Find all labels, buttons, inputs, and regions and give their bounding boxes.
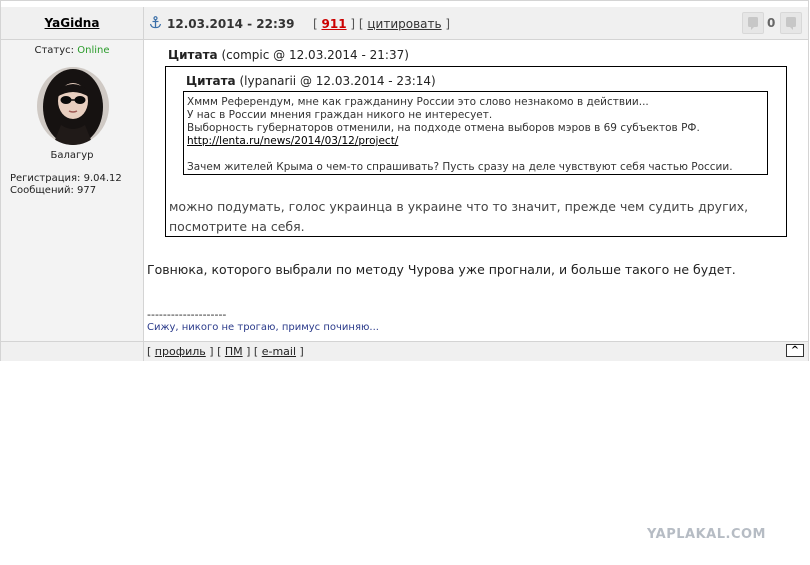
footer-links: [ профиль ] [ ПМ ] [ e-mail ] bbox=[147, 345, 304, 358]
outer-quote-header: Цитата (compic @ 12.03.2014 - 21:37) bbox=[168, 48, 409, 62]
author-panel: Статус: Online Балагур Регистрация: 9.04… bbox=[1, 40, 144, 341]
vote-up-button[interactable] bbox=[780, 12, 802, 34]
author-footer bbox=[1, 341, 144, 361]
vote-down-button[interactable] bbox=[742, 12, 764, 34]
post-refs: [ 911 ] [ цитировать ] bbox=[313, 17, 451, 31]
avatar[interactable] bbox=[37, 67, 109, 145]
outer-quote-reply: можно подумать, голос украинца в украине… bbox=[169, 199, 749, 234]
status-label: Статус: bbox=[34, 45, 75, 56]
post-date: 12.03.2014 - 22:39 bbox=[167, 17, 295, 31]
post-number-link[interactable]: 911 bbox=[322, 17, 347, 31]
author-status: Статус: Online bbox=[1, 45, 143, 56]
inner-quote-last-line: Зачем жителей Крыма о чем-то спрашивать?… bbox=[187, 161, 733, 173]
forum-post: YaGidna 12.03.2014 - 22:39 [ 911 ] [ цит… bbox=[0, 0, 809, 361]
author-rank: Балагур bbox=[50, 150, 94, 161]
anchor-icon[interactable] bbox=[149, 16, 162, 32]
rating-widget: 0 bbox=[742, 12, 802, 34]
inner-quote-line: Хммм Референдум, мне как гражданину Росс… bbox=[187, 96, 649, 108]
inner-quote-meta: (lypanarii @ 12.03.2014 - 23:14) bbox=[239, 74, 436, 88]
author-header: YaGidna bbox=[1, 7, 144, 40]
author-stats: Регистрация: 9.04.12 Сообщений: 977 bbox=[10, 173, 122, 197]
rating-count: 0 bbox=[767, 16, 776, 30]
inner-quote-header: Цитата (lypanarii @ 12.03.2014 - 23:14) bbox=[186, 74, 436, 88]
profile-link[interactable]: профиль bbox=[155, 345, 206, 358]
inner-quote-line: Выборность губернаторов отменили, на под… bbox=[187, 122, 700, 134]
status-online: Online bbox=[77, 45, 110, 56]
post-footer: [ профиль ] [ ПМ ] [ e-mail ] ^ bbox=[144, 341, 808, 361]
site-watermark: YAPLAKAL.COM bbox=[647, 527, 766, 542]
signature-text: Сижу, никого не трогаю, примус починяю..… bbox=[147, 322, 379, 333]
signature-separator: -------------------- bbox=[147, 308, 227, 321]
inner-quote-title: Цитата bbox=[186, 74, 236, 88]
scroll-top-button[interactable]: ^ bbox=[786, 344, 804, 357]
email-link[interactable]: e-mail bbox=[262, 345, 296, 358]
post-message: Говнюка, которого выбрали по методу Чуро… bbox=[147, 262, 736, 277]
outer-quote-title: Цитата bbox=[168, 48, 218, 62]
inner-quote-line: У нас в России мнения граждан никого не … bbox=[187, 109, 493, 121]
inner-quote-gap bbox=[187, 148, 764, 161]
cite-link[interactable]: цитировать bbox=[367, 17, 441, 31]
outer-quote-meta: (compic @ 12.03.2014 - 21:37) bbox=[221, 48, 409, 62]
inner-quote: Хммм Референдум, мне как гражданину Росс… bbox=[183, 91, 768, 175]
message-count: Сообщений: 977 bbox=[10, 185, 97, 196]
post-header: 12.03.2014 - 22:39 [ 911 ] [ цитировать … bbox=[144, 7, 808, 40]
registration-date: Регистрация: 9.04.12 bbox=[10, 173, 122, 184]
inner-quote-link[interactable]: http://lenta.ru/news/2014/03/12/project/ bbox=[187, 135, 764, 148]
post-content: Цитата (compic @ 12.03.2014 - 21:37) Цит… bbox=[144, 40, 808, 341]
author-username-link[interactable]: YaGidna bbox=[45, 16, 100, 30]
pm-link[interactable]: ПМ bbox=[225, 345, 243, 358]
outer-quote: Цитата (lypanarii @ 12.03.2014 - 23:14) … bbox=[165, 66, 787, 237]
